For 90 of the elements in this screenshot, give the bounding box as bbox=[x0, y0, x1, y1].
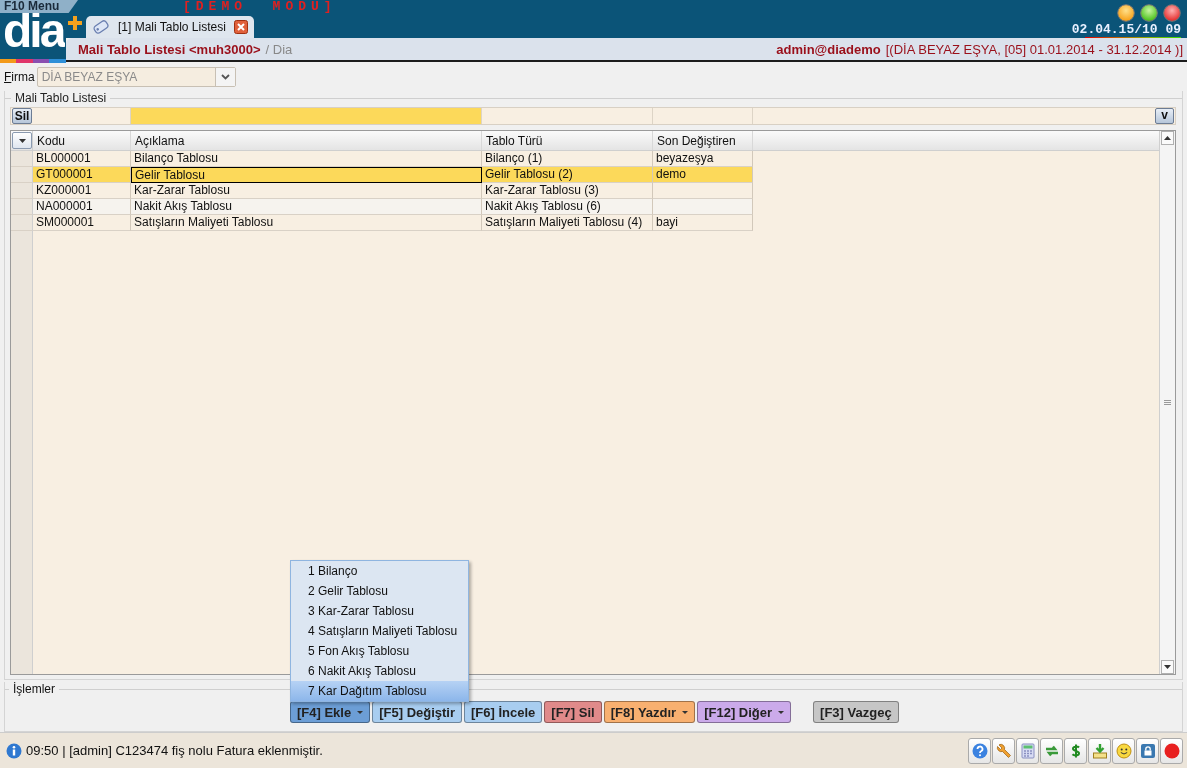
action-button[interactable]: [F12] Diğer bbox=[697, 701, 792, 723]
menu-item[interactable]: 3 Kar-Zarar Tablosu bbox=[291, 601, 468, 621]
action-button[interactable]: [F5] Değiştir bbox=[372, 701, 463, 723]
tag-icon bbox=[92, 19, 110, 35]
chevron-down-icon bbox=[220, 74, 230, 80]
smiley-button[interactable] bbox=[1112, 737, 1135, 764]
field-label: Firma bbox=[4, 70, 35, 84]
download-button[interactable] bbox=[1088, 737, 1111, 764]
breadcrumb-path: / Dia bbox=[265, 41, 293, 57]
table-cell: Satışların Maliyeti Tablosu (4) bbox=[482, 215, 653, 231]
smiley-icon bbox=[1115, 742, 1132, 759]
help-button[interactable] bbox=[968, 737, 991, 764]
table-row[interactable]: GT000001 Gelir Tablosu Gelir Tablosu (2) demo bbox=[11, 167, 1159, 183]
table-cell: demo bbox=[653, 167, 753, 183]
grip-icon bbox=[1164, 400, 1171, 405]
lock-button[interactable] bbox=[1136, 737, 1159, 764]
table-cell: Bilanço Tablosu bbox=[131, 151, 482, 167]
table-cell: GT000001 bbox=[33, 167, 131, 183]
action-button[interactable]: [F3] Vazgeç bbox=[813, 701, 899, 723]
table-cell: Satışların Maliyeti Tablosu bbox=[131, 215, 482, 231]
scrollbar[interactable] bbox=[1159, 131, 1175, 674]
record-icon bbox=[1163, 742, 1180, 759]
column-header[interactable]: Son Değiştiren bbox=[653, 131, 753, 150]
close-icon[interactable] bbox=[233, 20, 248, 34]
menu-button[interactable]: F10 Menu bbox=[0, 0, 78, 13]
refresh-button[interactable] bbox=[1040, 737, 1063, 764]
action-button[interactable]: [F4] Ekle bbox=[290, 701, 371, 723]
clear-filter-button[interactable]: Sil bbox=[12, 108, 32, 124]
column-header[interactable]: Açıklama bbox=[131, 131, 482, 150]
table-cell: NA000001 bbox=[33, 199, 131, 215]
menu-item[interactable]: 6 Nakit Akış Tablosu bbox=[291, 661, 468, 681]
caret-down-icon bbox=[18, 138, 26, 143]
table-cell: Gelir Tablosu (2) bbox=[482, 167, 653, 183]
table-cell: KZ000001 bbox=[33, 183, 131, 199]
table-cell: Nakit Akış Tablosu bbox=[131, 199, 482, 215]
dollar-button[interactable] bbox=[1064, 737, 1087, 764]
caret-down-icon bbox=[682, 710, 689, 714]
tab[interactable]: [1] Mali Tablo Listesi bbox=[86, 16, 254, 38]
table-row[interactable]: NA000001 Nakit Akış Tablosu Nakit Akış Tablosu (6) bbox=[11, 199, 1159, 215]
action-button[interactable]: [F8] Yazdır bbox=[603, 701, 696, 723]
plus-icon bbox=[68, 16, 82, 30]
caret-down-icon bbox=[357, 710, 364, 714]
table-cell: Kar-Zarar Tablosu (3) bbox=[482, 183, 653, 199]
table-row[interactable]: KZ000001 Kar-Zarar Tablosu Kar-Zarar Tablosu (3) bbox=[11, 183, 1159, 199]
info-icon bbox=[6, 742, 22, 759]
status-message: 09:50 | [admin] C123474 fiş nolu Fatura eklenmiştir. bbox=[26, 743, 324, 758]
menu-item[interactable]: 1 Bilanço bbox=[291, 561, 468, 581]
group-title: Mali Tablo Listesi bbox=[15, 91, 107, 105]
tab-label: [1] Mali Tablo Listesi bbox=[118, 20, 226, 34]
filter-cell[interactable] bbox=[131, 108, 482, 124]
mode-label: [DEMO MODU] bbox=[183, 0, 337, 14]
table-cell: Nakit Akış Tablosu (6) bbox=[482, 199, 653, 215]
menu-item[interactable]: 7 Kar Dağıtım Tablosu bbox=[291, 681, 468, 701]
table-row[interactable]: BL000001 Bilanço Tablosu Bilanço (1) beyazeşya bbox=[11, 151, 1159, 167]
page-title: Mali Tablo Listesi <muh3000> bbox=[78, 41, 261, 57]
table-cell: Gelir Tablosu bbox=[131, 167, 482, 183]
window-control-button[interactable] bbox=[1163, 4, 1181, 22]
window-control-button[interactable] bbox=[1140, 4, 1158, 22]
table-cell: beyazeşya bbox=[653, 151, 753, 167]
lock-icon bbox=[1139, 742, 1156, 759]
wrench-icon bbox=[995, 742, 1012, 759]
caret-down-icon bbox=[778, 710, 785, 714]
clock: 02.04.15/10 09 bbox=[1071, 23, 1181, 37]
table-cell: Bilanço (1) bbox=[482, 151, 653, 167]
table-row[interactable]: SM000001 Satışların Maliyeti Tablosu Satışların Maliyeti Tablosu (4) bayi bbox=[11, 215, 1159, 231]
wrench-button[interactable] bbox=[992, 737, 1015, 764]
table-cell: SM000001 bbox=[33, 215, 131, 231]
action-button[interactable]: [F6] İncele bbox=[464, 701, 543, 723]
grid-menu-button[interactable] bbox=[12, 132, 32, 149]
session-context: [(DİA BEYAZ EŞYA, [05] 01.01.2014 - 31.12.2014 )] bbox=[885, 41, 1183, 57]
calculator-icon bbox=[1019, 742, 1036, 759]
menu-item[interactable]: 2 Gelir Tablosu bbox=[291, 581, 468, 601]
table-cell: bayi bbox=[653, 215, 753, 231]
record-button[interactable] bbox=[1160, 737, 1183, 764]
column-header[interactable]: Kodu bbox=[33, 131, 131, 150]
menu-item[interactable]: 4 Satışların Maliyeti Tablosu bbox=[291, 621, 468, 641]
arrow-down-icon bbox=[1164, 665, 1171, 669]
menu-item[interactable]: 5 Fon Akış Tablosu bbox=[291, 641, 468, 661]
calculator-button[interactable] bbox=[1016, 737, 1039, 764]
table-cell: Kar-Zarar Tablosu bbox=[131, 183, 482, 199]
help-icon bbox=[971, 742, 988, 759]
window-control-button[interactable] bbox=[1117, 4, 1135, 22]
column-header[interactable]: Tablo Türü bbox=[482, 131, 653, 150]
group-title: İşlemler bbox=[13, 682, 55, 696]
action-button[interactable]: [F7] Sil bbox=[544, 701, 602, 723]
download-icon bbox=[1091, 742, 1108, 759]
arrow-up-icon bbox=[1164, 136, 1171, 140]
user-name: admin@diademo bbox=[776, 41, 881, 57]
table-cell: BL000001 bbox=[33, 151, 131, 167]
column-chooser-button[interactable]: v bbox=[1155, 108, 1174, 124]
